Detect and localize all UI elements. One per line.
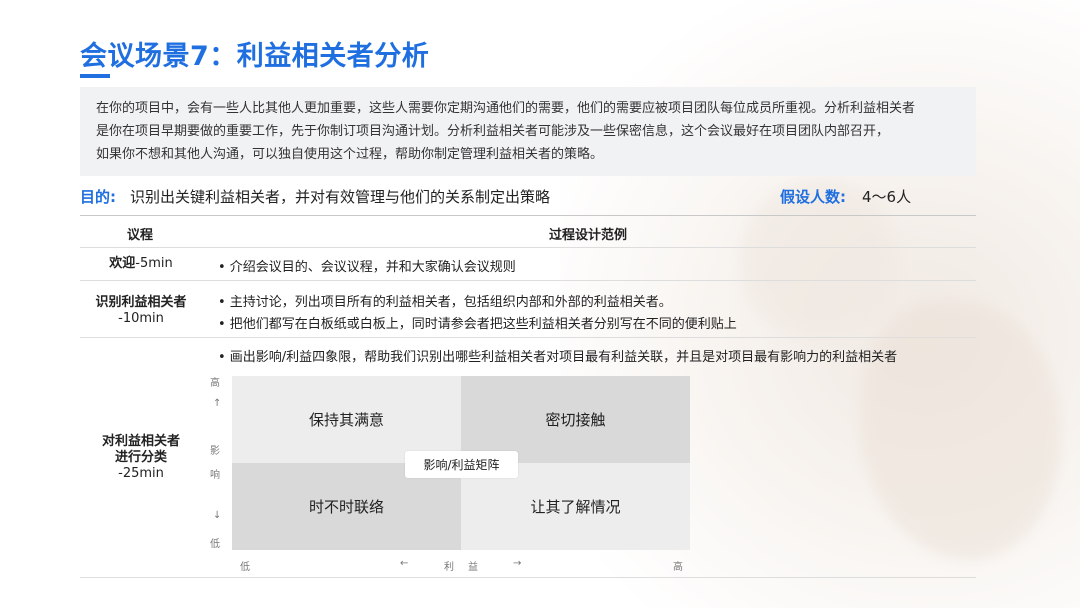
design-bullet: • 主持讨论，列出项目所有的利益相关者，包括组织内部和外部的利益相关者。 bbox=[218, 295, 672, 310]
table-divider bbox=[80, 247, 976, 248]
agenda-title: 对利益相关者 bbox=[101, 434, 180, 449]
agenda-cell: 对利益相关者 进行分类 -25min bbox=[76, 434, 206, 482]
left-arrow-icon: ← bbox=[400, 558, 409, 569]
quadrant-keep-satisfied: 保持其满意 bbox=[232, 376, 461, 463]
y-axis-low: 低 bbox=[210, 539, 220, 550]
column-header-design: 过程设计范例 bbox=[549, 228, 628, 243]
purpose-text: 识别出关键利益相关者，并对有效管理与他们的关系制定出策略 bbox=[130, 188, 551, 206]
intro-line: 在你的项目中，会有一些人比其他人更加重要，这些人需要你定期沟通他们的需要，他们的… bbox=[96, 101, 916, 116]
x-axis-high: 高 bbox=[673, 562, 683, 573]
agenda-title: 欢迎 bbox=[109, 256, 136, 271]
table-divider bbox=[80, 577, 976, 578]
agenda-duration: -5min bbox=[135, 256, 173, 271]
agenda-title: 识别利益相关者 bbox=[95, 295, 187, 310]
x-axis-label: 益 bbox=[468, 562, 478, 573]
x-axis-label: 利 bbox=[444, 562, 454, 573]
agenda-duration: -10min bbox=[118, 311, 164, 326]
agenda-title: 进行分类 bbox=[114, 450, 167, 465]
up-arrow-icon: ↑ bbox=[213, 398, 222, 409]
intro-line: 如果你不想和其他人沟通，可以独自使用这个过程，帮助你制定管理利益相关者的策略。 bbox=[96, 147, 604, 162]
people-value: 4～6人 bbox=[862, 188, 912, 206]
y-axis-high: 高 bbox=[210, 378, 220, 389]
page-title: 会议场景7：利益相关者分析 bbox=[80, 41, 430, 72]
down-arrow-icon: ↓ bbox=[213, 510, 222, 521]
table-divider bbox=[80, 280, 976, 281]
people-label: 假设人数: bbox=[780, 188, 846, 206]
design-bullet: • 把他们都写在白板纸或白板上，同时请参会者把这些利益相关者分别写在不同的便利贴… bbox=[218, 317, 737, 332]
agenda-cell: 欢迎-5min bbox=[76, 256, 206, 272]
table-divider bbox=[80, 337, 976, 338]
purpose-label: 目的: bbox=[80, 188, 116, 206]
design-bullet: • 画出影响/利益四象限，帮助我们识别出哪些利益相关者对项目最有利益关联，并且是… bbox=[218, 350, 898, 365]
y-axis-label: 响 bbox=[210, 470, 220, 481]
right-arrow-icon: → bbox=[513, 558, 522, 569]
intro-line: 是你在项目早期要做的重要工作，先于你制订项目沟通计划。分析利益相关者可能涉及一些… bbox=[96, 124, 890, 139]
design-bullet: • 介绍会议目的、会议议程，并和大家确认会议规则 bbox=[218, 260, 516, 275]
title-underline bbox=[80, 74, 110, 78]
intro-text: 在你的项目中，会有一些人比其他人更加重要，这些人需要你定期沟通他们的需要，他们的… bbox=[96, 97, 966, 166]
y-axis-label: 影 bbox=[210, 446, 220, 457]
column-header-agenda: 议程 bbox=[127, 228, 154, 243]
intro-box: 在你的项目中，会有一些人比其他人更加重要，这些人需要你定期沟通他们的需要，他们的… bbox=[80, 87, 976, 176]
agenda-cell: 识别利益相关者 -10min bbox=[76, 295, 206, 327]
table-divider bbox=[80, 215, 976, 216]
quadrant-manage-closely: 密切接触 bbox=[461, 376, 690, 463]
agenda-duration: -25min bbox=[118, 466, 164, 481]
matrix-title: 影响/利益矩阵 bbox=[405, 451, 518, 478]
x-axis-low: 低 bbox=[240, 562, 250, 573]
